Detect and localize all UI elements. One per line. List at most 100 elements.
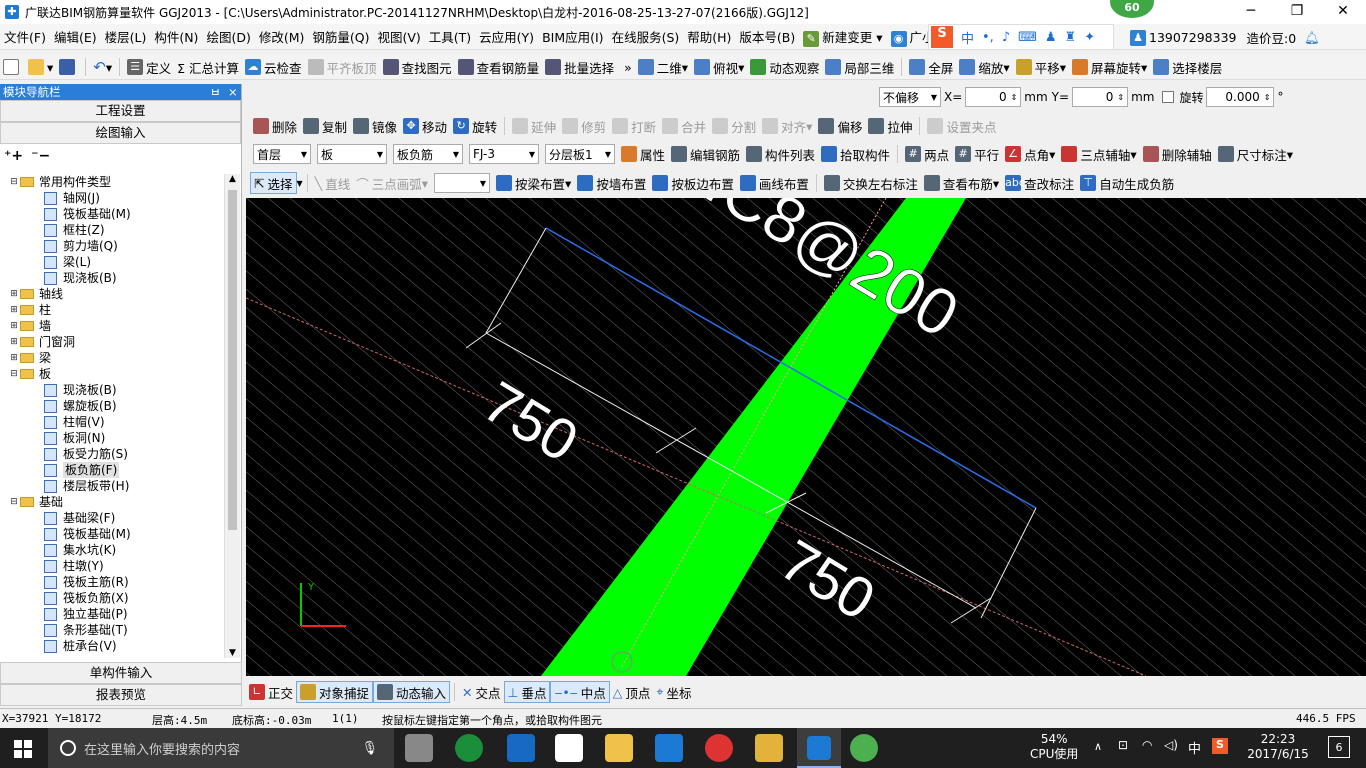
screen-rotate-dropdown[interactable]: 屏幕旋转 ▾ — [1069, 56, 1150, 78]
report-preview-button[interactable]: 报表预览 — [0, 684, 242, 706]
open-file-button[interactable]: ▾ — [25, 56, 56, 78]
vertex-snap[interactable]: △ 顶点 — [610, 681, 654, 703]
flush-top-button[interactable]: 平齐板顶 — [305, 56, 380, 78]
dynamic-input-toggle[interactable]: 动态输入 — [373, 681, 451, 703]
pin-icon[interactable]: ㅂ — [210, 84, 221, 100]
tree-item[interactable]: 板负筋(F) — [4, 462, 226, 478]
expand-node-icon[interactable]: ⊞ — [8, 302, 20, 318]
tree-folder[interactable]: ⊞ 墙 — [4, 318, 226, 334]
file-explorer-icon[interactable] — [605, 734, 633, 762]
select-tool-dropdown[interactable]: ▼ — [297, 179, 303, 188]
edge-icon[interactable] — [507, 734, 535, 762]
fullscreen-button[interactable]: 全屏 — [906, 56, 956, 78]
expand-node-icon[interactable]: ⊞ — [8, 318, 20, 334]
wifi-icon[interactable]: ◠ — [1142, 738, 1152, 752]
ime-toolbar[interactable]: S 中 •, ♪ ⌨ ♟ ♜ ✦ — [928, 24, 1114, 50]
tree-item[interactable]: 集水坑(K) — [4, 542, 226, 558]
menu-floor[interactable]: 楼层(L) — [101, 27, 151, 46]
offset-mode-select[interactable]: 不偏移 ▼ — [879, 87, 941, 107]
tree-item[interactable]: 轴网(J) — [4, 190, 226, 206]
intersection-snap[interactable]: ✕ 交点 — [459, 681, 504, 703]
tree-item[interactable]: 螺旋板(B) — [4, 398, 226, 414]
define-button[interactable]: ☰ 定义 — [124, 56, 174, 78]
tree-item[interactable]: 基础梁(F) — [4, 510, 226, 526]
subtype-select[interactable]: 板负筋 ▼ — [393, 144, 463, 164]
object-snap-toggle[interactable]: 对象捕捉 — [296, 681, 374, 703]
tree-folder[interactable]: ⊞ 梁 — [4, 350, 226, 366]
tree-folder[interactable]: ⊟ 基础 — [4, 494, 226, 510]
view-rebar-qty-button[interactable]: 查看钢筋量 — [455, 56, 543, 78]
browser-360-icon[interactable] — [455, 734, 483, 762]
menu-rebar[interactable]: 钢筋量(Q) — [308, 27, 373, 46]
tree-item[interactable]: 剪力墙(Q) — [4, 238, 226, 254]
green-app-icon[interactable] — [850, 734, 878, 762]
close-panel-icon[interactable]: × — [228, 84, 238, 100]
mirror-button[interactable]: 镜像 — [350, 115, 400, 137]
sogou-tray-icon[interactable]: S — [1212, 738, 1228, 754]
network-icon[interactable]: ⊡ — [1118, 738, 1128, 752]
menu-new-change[interactable]: ✎ 新建变更 ▾ — [799, 27, 886, 47]
place-by-beam-button[interactable]: 按梁布置 ▾ — [493, 172, 574, 194]
user-account[interactable]: ♟ 13907298339 造价豆:0 🔔︎ — [1130, 28, 1320, 47]
batch-select-button[interactable]: 批量选择 — [542, 56, 617, 78]
select-floor-button[interactable]: 选择楼层 — [1150, 56, 1225, 78]
menu-help[interactable]: 帮助(H) — [683, 27, 735, 46]
place-by-slab-edge-button[interactable]: 按板边布置 — [649, 172, 737, 194]
rotate-input[interactable]: 0.000 ⇕ — [1206, 87, 1275, 107]
ggj-active-app[interactable] — [797, 728, 841, 768]
menu-component[interactable]: 构件(N) — [150, 27, 202, 46]
dynamic-view-button[interactable]: 动态观察 — [747, 56, 822, 78]
edit-label-button[interactable]: abc 查改标注 — [1002, 172, 1077, 194]
tree-item[interactable]: 筏板负筋(X) — [4, 590, 226, 606]
top-view-dropdown[interactable]: 俯视 ▾ — [691, 56, 747, 78]
tree-item[interactable]: 框柱(Z) — [4, 222, 226, 238]
menu-view[interactable]: 视图(V) — [373, 27, 424, 46]
coordinate-snap[interactable]: ⌖ 坐标 — [653, 681, 694, 703]
scroll-down-arrow[interactable]: ▼ — [225, 648, 240, 658]
volume-icon[interactable]: ◁) — [1164, 738, 1178, 752]
type-select[interactable]: 板 ▼ — [317, 144, 387, 164]
trim-button[interactable]: 修剪 — [559, 115, 609, 137]
tree-item[interactable]: 柱墩(Y) — [4, 558, 226, 574]
cpu-meter[interactable]: 54% CPU使用 — [1030, 732, 1078, 762]
layer-select[interactable]: 分层板1 ▼ — [545, 144, 615, 164]
ime-indicator[interactable]: 中 — [1188, 738, 1201, 757]
collapse-node-icon[interactable]: ⊟ — [8, 174, 20, 190]
pick-component-button[interactable]: 拾取构件 — [818, 143, 893, 165]
menu-online[interactable]: 在线服务(S) — [608, 27, 684, 46]
tree-folder[interactable]: ⊞ 柱 — [4, 302, 226, 318]
menu-cloud[interactable]: 云应用(Y) — [475, 27, 538, 46]
copy-button[interactable]: 复制 — [300, 115, 350, 137]
cloud-check-button[interactable]: ☁ 云检查 — [242, 56, 305, 78]
view-2d-dropdown[interactable]: 二维 ▾ — [635, 56, 691, 78]
stretch-button[interactable]: 拉伸 — [865, 115, 915, 137]
tree-folder[interactable]: ⊟ 板 — [4, 366, 226, 382]
break-button[interactable]: 打断 — [609, 115, 659, 137]
glodon-red-icon[interactable] — [705, 734, 733, 762]
dimension-button[interactable]: 尺寸标注 ▾ — [1215, 143, 1296, 165]
zoom-dropdown[interactable]: 缩放 ▾ — [956, 56, 1012, 78]
menu-file[interactable]: 文件(F) — [0, 27, 50, 46]
taskbar-search-box[interactable]: 在这里输入你要搜索的内容 🎙︎ — [48, 728, 394, 768]
arc-tool-dropdown[interactable]: ⌒ 三点画弧 ▾ — [353, 172, 431, 194]
align-dropdown[interactable]: 对齐 ▾ — [759, 115, 815, 137]
save-button[interactable] — [56, 56, 81, 78]
tree-item[interactable]: 筏板基础(M) — [4, 526, 226, 542]
taskview-app-icon[interactable] — [405, 734, 433, 762]
edit-rebar-button[interactable]: 编辑钢筋 — [668, 143, 743, 165]
pan-dropdown[interactable]: 平移 ▾ — [1013, 56, 1069, 78]
expand-all-icon[interactable]: ⁺+ — [4, 148, 23, 164]
scroll-thumb[interactable] — [228, 190, 237, 530]
find-element-button[interactable]: 查找图元 — [380, 56, 455, 78]
move-button[interactable]: ✥ 移动 — [400, 115, 450, 137]
extend-button[interactable]: 延伸 — [509, 115, 559, 137]
score-badge[interactable]: 60 — [1110, 0, 1154, 18]
floor-select[interactable]: 首层 ▼ — [253, 144, 311, 164]
two-point-axis-button[interactable]: # 两点 — [902, 143, 952, 165]
midpoint-snap[interactable]: ‒•‒ 中点 — [550, 681, 610, 703]
rotate-button[interactable]: ↻ 旋转 — [450, 115, 500, 137]
tree-item[interactable]: 筏板基础(M) — [4, 206, 226, 222]
single-component-input-button[interactable]: 单构件输入 — [0, 662, 242, 684]
bell-icon[interactable]: 🔔︎ — [1304, 30, 1320, 46]
summary-calc-button[interactable]: Σ 汇总计算 — [174, 56, 242, 78]
